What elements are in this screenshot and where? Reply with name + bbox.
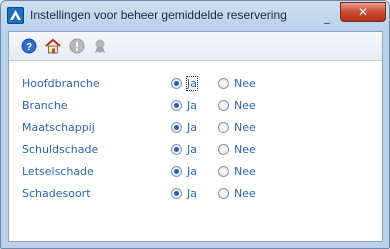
- radio-yes-label[interactable]: Ja: [187, 165, 197, 178]
- svg-text:?: ?: [26, 42, 32, 53]
- radio-no-label[interactable]: Nee: [234, 187, 256, 200]
- radio-yes-label[interactable]: Ja: [187, 187, 197, 200]
- setting-row-branche: Branche Ja Nee: [22, 98, 372, 115]
- radio-yes[interactable]: [171, 78, 182, 89]
- radio-yes-label[interactable]: Ja: [187, 99, 197, 112]
- info-icon[interactable]: [69, 38, 85, 54]
- setting-row-maatschappij: Maatschappij Ja Nee: [22, 120, 372, 137]
- settings-panel: ? Hoofdbranche Ja Nee Branche Ja Nee Maa…: [8, 31, 383, 242]
- radio-no-label[interactable]: Nee: [234, 143, 256, 156]
- radio-yes[interactable]: [171, 188, 182, 199]
- radio-yes[interactable]: [171, 122, 182, 133]
- radio-no[interactable]: [218, 188, 229, 199]
- radio-no[interactable]: [218, 78, 229, 89]
- setting-label: Branche: [22, 99, 68, 112]
- radio-yes[interactable]: [171, 144, 182, 155]
- radio-yes[interactable]: [171, 166, 182, 177]
- home-icon[interactable]: [45, 38, 61, 54]
- close-button[interactable]: ✕: [340, 2, 386, 22]
- radio-yes[interactable]: [171, 100, 182, 111]
- dialog-window: Instellingen voor beheer gemiddelde rese…: [0, 0, 390, 249]
- setting-row-schadesoort: Schadesoort Ja Nee: [22, 186, 372, 203]
- radio-no-label[interactable]: Nee: [234, 165, 256, 178]
- setting-label: Maatschappij: [22, 121, 95, 134]
- setting-label: Letselschade: [22, 165, 94, 178]
- setting-row-letselschade: Letselschade Ja Nee: [22, 164, 372, 181]
- title-bar[interactable]: Instellingen voor beheer gemiddelde rese…: [1, 1, 389, 31]
- radio-no[interactable]: [218, 144, 229, 155]
- user-ribbon-icon[interactable]: [92, 38, 108, 54]
- setting-label: Hoofdbranche: [22, 77, 100, 90]
- minimize-button[interactable]: _: [321, 12, 333, 23]
- radio-no-label[interactable]: Nee: [234, 77, 256, 90]
- window-title: Instellingen voor beheer gemiddelde rese…: [30, 8, 287, 22]
- app-logo-icon: [7, 7, 24, 24]
- setting-label: Schadesoort: [22, 187, 91, 200]
- setting-row-hoofdbranche: Hoofdbranche Ja Nee: [22, 76, 372, 93]
- radio-no[interactable]: [218, 166, 229, 177]
- radio-yes-label[interactable]: Ja: [187, 143, 197, 156]
- help-icon[interactable]: ?: [21, 38, 37, 54]
- setting-row-schuldschade: Schuldschade Ja Nee: [22, 142, 372, 159]
- radio-no[interactable]: [218, 100, 229, 111]
- radio-yes-label[interactable]: Ja: [186, 76, 198, 91]
- setting-label: Schuldschade: [22, 143, 99, 156]
- radio-no[interactable]: [218, 122, 229, 133]
- radio-no-label[interactable]: Nee: [234, 99, 256, 112]
- radio-yes-label[interactable]: Ja: [187, 121, 197, 134]
- radio-no-label[interactable]: Nee: [234, 121, 256, 134]
- toolbar: ?: [9, 32, 382, 61]
